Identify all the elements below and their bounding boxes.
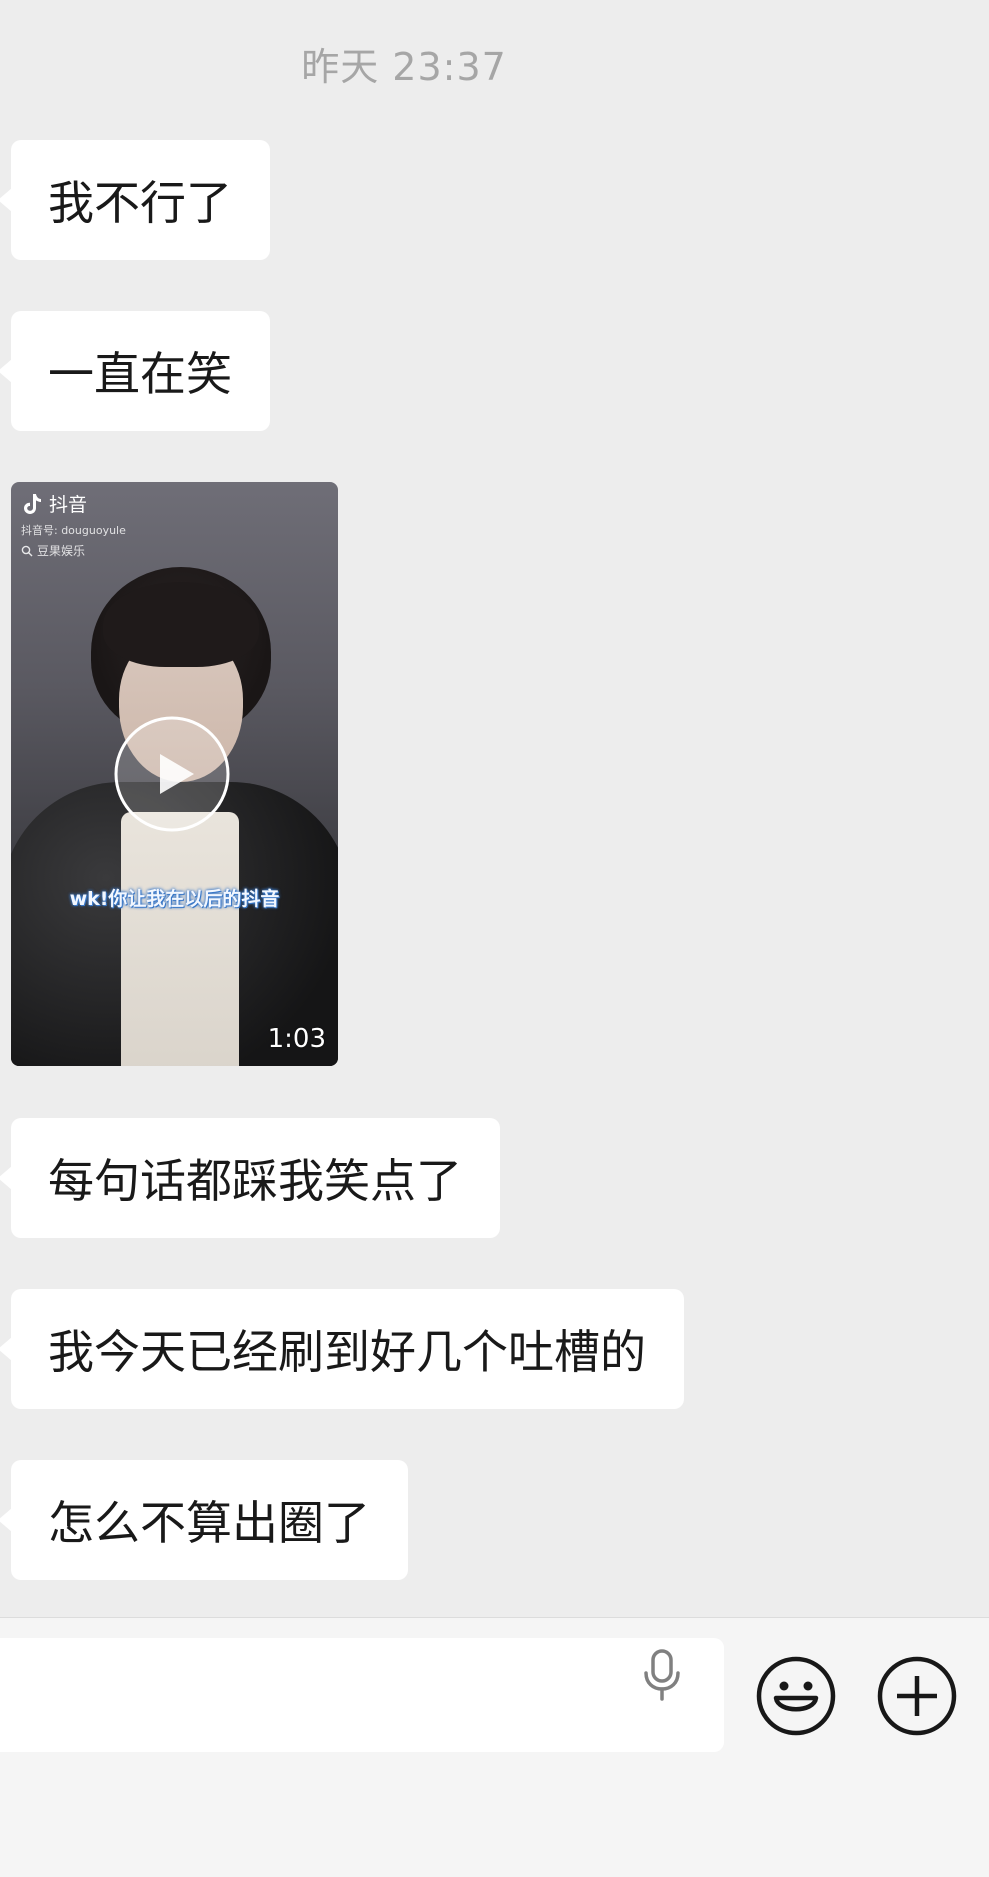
message-bubble[interactable]: 一直在笑: [0, 311, 270, 431]
play-icon[interactable]: [114, 716, 230, 832]
douyin-logo: 抖音: [21, 490, 87, 517]
mic-icon[interactable]: [640, 1645, 684, 1705]
message-timestamp: 昨天 23:37: [301, 45, 507, 89]
emoji-icon[interactable]: [756, 1656, 836, 1736]
message-bubble[interactable]: 怎么不算出圈了: [0, 1460, 408, 1580]
search-icon: [21, 545, 33, 556]
video-message[interactable]: 抖音 抖音号: douguoyule 豆果娱乐 wk!你让我在以后的抖音 1:0…: [11, 482, 338, 1066]
douyin-label: 抖音: [49, 494, 88, 516]
chat-input-bar: [0, 1617, 989, 1877]
music-label: 豆果娱乐: [37, 544, 86, 558]
chat-area[interactable]: 昨天 23:37 我不行了 一直在笑 抖音 抖音号: douguoyule 豆果…: [0, 0, 989, 1617]
music-line: 豆果娱乐: [21, 542, 85, 559]
video-duration: 1:03: [267, 1024, 326, 1054]
plus-icon[interactable]: [877, 1656, 957, 1736]
message-bubble[interactable]: 每句话都踩我笑点了: [0, 1118, 500, 1238]
message-input[interactable]: [0, 1638, 724, 1752]
douyin-account: 抖音号: douguoyule: [21, 524, 126, 537]
video-subtitle: wk!你让我在以后的抖音: [69, 888, 280, 910]
message-bubble[interactable]: 我今天已经刷到好几个吐槽的: [0, 1289, 684, 1409]
video-thumbnail-shirt: [121, 812, 239, 1066]
video-thumbnail-fringe: [103, 582, 259, 667]
douyin-note-icon: [24, 493, 41, 514]
message-bubble[interactable]: 我不行了: [0, 140, 270, 260]
